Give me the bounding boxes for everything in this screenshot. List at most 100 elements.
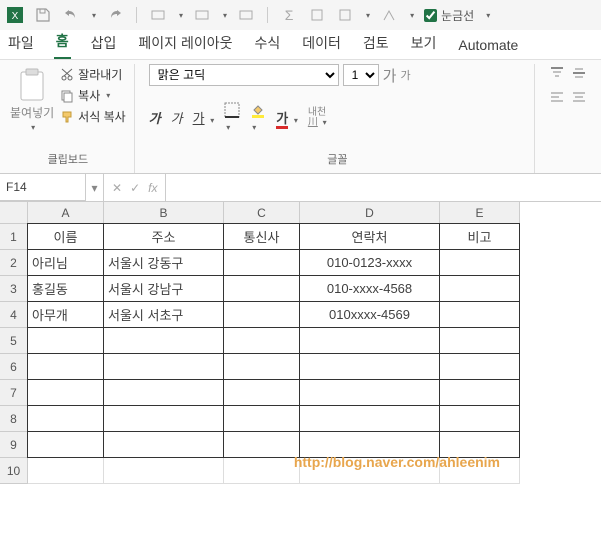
cell[interactable] — [439, 301, 520, 328]
format-painter-button[interactable]: 서식 복사 — [60, 108, 126, 125]
cell[interactable] — [27, 431, 104, 458]
row-header-7[interactable]: 7 — [0, 380, 28, 406]
fill-color-button[interactable]: ▾ — [250, 102, 266, 133]
qat-item-icon[interactable] — [149, 6, 167, 24]
col-header-C[interactable]: C — [224, 202, 300, 224]
bold-button[interactable]: 가 — [149, 108, 161, 127]
row-header-10[interactable]: 10 — [0, 458, 28, 484]
font-name-select[interactable]: 맑은 고딕 — [149, 64, 339, 86]
undo-icon[interactable] — [62, 6, 80, 24]
border-drop-icon[interactable]: ▾ — [226, 123, 230, 132]
row-header-2[interactable]: 2 — [0, 250, 28, 276]
tab-보기[interactable]: 보기 — [409, 27, 439, 59]
qat-item-icon[interactable] — [237, 6, 255, 24]
align-middle-icon[interactable] — [571, 66, 587, 80]
cell[interactable]: 연락처 — [299, 223, 440, 250]
cell[interactable] — [103, 431, 224, 458]
gridlines-toggle[interactable]: 눈금선 — [424, 7, 474, 24]
cell[interactable]: 서울시 강남구 — [103, 275, 224, 302]
row-header-9[interactable]: 9 — [0, 432, 28, 458]
copy-button[interactable]: 복사 ▾ — [60, 87, 126, 104]
paste-drop-icon[interactable]: ▾ — [31, 123, 35, 132]
cell[interactable] — [439, 405, 520, 432]
cell[interactable] — [103, 327, 224, 354]
select-all-corner[interactable] — [0, 202, 28, 224]
cell[interactable]: 아무개 — [27, 301, 104, 328]
drop-icon[interactable]: ▾ — [410, 11, 414, 20]
row-header-3[interactable]: 3 — [0, 276, 28, 302]
font-size-select[interactable]: 11 — [343, 64, 379, 86]
tab-파일[interactable]: 파일 — [6, 27, 36, 59]
cell[interactable] — [223, 379, 300, 406]
cell[interactable] — [103, 405, 224, 432]
formula-input[interactable] — [166, 174, 601, 201]
tab-삽입[interactable]: 삽입 — [89, 27, 119, 59]
hanja-button[interactable]: 내천川 ▾ — [308, 108, 327, 128]
italic-button[interactable]: 가 — [171, 108, 183, 127]
row-header-6[interactable]: 6 — [0, 354, 28, 380]
enter-icon[interactable]: ✓ — [130, 181, 140, 195]
tab-수식[interactable]: 수식 — [252, 27, 282, 59]
qat-item-icon[interactable] — [308, 6, 326, 24]
cell[interactable] — [299, 353, 440, 380]
save-icon[interactable] — [34, 6, 52, 24]
drop-icon[interactable]: ▾ — [366, 11, 370, 20]
drop-icon[interactable]: ▾ — [486, 11, 490, 20]
cell[interactable]: 010-xxxx-4568 — [299, 275, 440, 302]
drop-icon[interactable]: ▾ — [179, 11, 183, 20]
cell[interactable] — [224, 458, 300, 484]
cell[interactable] — [223, 301, 300, 328]
cell[interactable]: 이름 — [27, 223, 104, 250]
cancel-icon[interactable]: ✕ — [112, 181, 122, 195]
cell[interactable]: 통신사 — [223, 223, 300, 250]
cell[interactable] — [104, 458, 224, 484]
cut-button[interactable]: 잘라내기 — [60, 66, 126, 83]
decrease-font-button[interactable]: 가 — [400, 67, 410, 83]
qat-item-icon[interactable] — [336, 6, 354, 24]
align-center-icon[interactable] — [571, 90, 587, 104]
cell[interactable] — [223, 249, 300, 276]
cell[interactable] — [223, 353, 300, 380]
cell[interactable]: 서울시 서초구 — [103, 301, 224, 328]
cell[interactable]: 홍길동 — [27, 275, 104, 302]
font-color-drop-icon[interactable]: ▾ — [294, 116, 298, 125]
cell[interactable] — [299, 405, 440, 432]
cell[interactable]: 비고 — [439, 223, 520, 250]
cell[interactable] — [28, 458, 104, 484]
undo-drop-icon[interactable]: ▾ — [92, 11, 96, 20]
drop-icon[interactable]: ▾ — [223, 11, 227, 20]
redo-icon[interactable] — [106, 6, 124, 24]
cell[interactable] — [103, 379, 224, 406]
gridlines-checkbox[interactable] — [424, 9, 437, 22]
cell-grid[interactable]: 이름주소통신사연락처비고아리님서울시 강동구010-0123-xxxx홍길동서울… — [28, 224, 520, 484]
paste-button[interactable]: 붙여넣기 ▾ — [10, 64, 54, 132]
tab-검토[interactable]: 검토 — [361, 27, 391, 59]
fx-icon[interactable]: fx — [148, 181, 157, 195]
tab-홈[interactable]: 홈 — [54, 25, 71, 59]
qat-item-icon[interactable] — [380, 6, 398, 24]
sum-icon[interactable]: Σ — [280, 6, 298, 24]
cell[interactable]: 010-0123-xxxx — [299, 249, 440, 276]
cell[interactable] — [439, 379, 520, 406]
align-top-icon[interactable] — [549, 66, 565, 80]
row-header-8[interactable]: 8 — [0, 406, 28, 432]
increase-font-button[interactable]: 가 — [383, 65, 397, 86]
align-left-icon[interactable] — [549, 90, 565, 104]
cell[interactable] — [439, 275, 520, 302]
cell[interactable]: 아리님 — [27, 249, 104, 276]
cell[interactable] — [27, 405, 104, 432]
row-header-5[interactable]: 5 — [0, 328, 28, 354]
cell[interactable] — [27, 327, 104, 354]
fill-drop-icon[interactable]: ▾ — [252, 123, 256, 132]
cell[interactable] — [299, 327, 440, 354]
name-box-drop-icon[interactable]: ▾ — [86, 174, 104, 201]
cell[interactable] — [27, 379, 104, 406]
underline-drop-icon[interactable]: ▾ — [210, 116, 214, 125]
col-header-A[interactable]: A — [28, 202, 104, 224]
cell[interactable] — [439, 353, 520, 380]
name-box[interactable]: F14 — [0, 174, 86, 201]
cell[interactable] — [299, 379, 440, 406]
cell[interactable] — [439, 327, 520, 354]
border-button[interactable]: ▾ — [224, 102, 240, 133]
cell[interactable] — [223, 327, 300, 354]
